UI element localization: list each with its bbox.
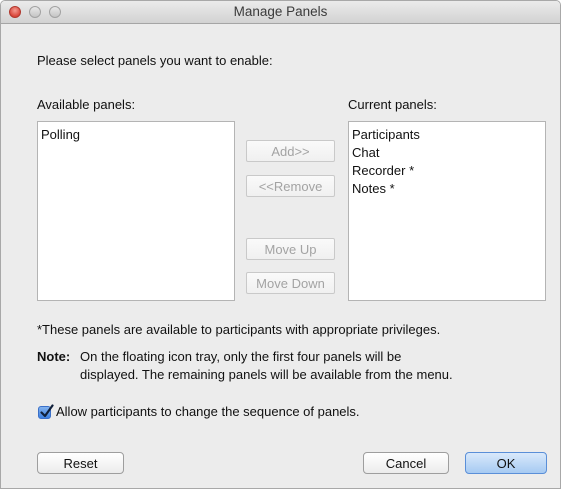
current-panels-label: Current panels: <box>348 97 437 112</box>
list-item[interactable]: Chat <box>352 144 545 162</box>
allow-sequence-label[interactable]: Allow participants to change the sequenc… <box>56 404 360 419</box>
title-bar: Manage Panels <box>1 1 560 24</box>
list-item[interactable]: Polling <box>41 126 234 144</box>
checkmark-icon <box>40 404 54 418</box>
window-title: Manage Panels <box>233 4 328 19</box>
current-panels-list[interactable]: Participants Chat Recorder * Notes * <box>348 121 546 301</box>
manage-panels-window: Manage Panels Please select panels you w… <box>0 0 561 489</box>
note-label: Note: <box>37 349 71 364</box>
list-item[interactable]: Notes * <box>352 180 545 198</box>
cancel-button[interactable]: Cancel <box>363 452 449 474</box>
ok-button[interactable]: OK <box>465 452 547 474</box>
list-item[interactable]: Participants <box>352 126 545 144</box>
available-panels-list[interactable]: Polling <box>37 121 235 301</box>
add-button[interactable]: Add>> <box>246 140 335 162</box>
move-down-button[interactable]: Move Down <box>246 272 335 294</box>
allow-sequence-checkbox[interactable] <box>38 404 54 419</box>
remove-button[interactable]: <<Remove <box>246 175 335 197</box>
reset-button[interactable]: Reset <box>37 452 124 474</box>
note-line-2: displayed. The remaining panels will be … <box>80 367 453 382</box>
prompt-text: Please select panels you want to enable: <box>37 53 273 68</box>
list-item[interactable]: Recorder * <box>352 162 545 180</box>
move-up-button[interactable]: Move Up <box>246 238 335 260</box>
available-panels-label: Available panels: <box>37 97 136 112</box>
note-line-1: On the floating icon tray, only the firs… <box>80 349 402 364</box>
privileges-footnote: *These panels are available to participa… <box>37 322 441 337</box>
